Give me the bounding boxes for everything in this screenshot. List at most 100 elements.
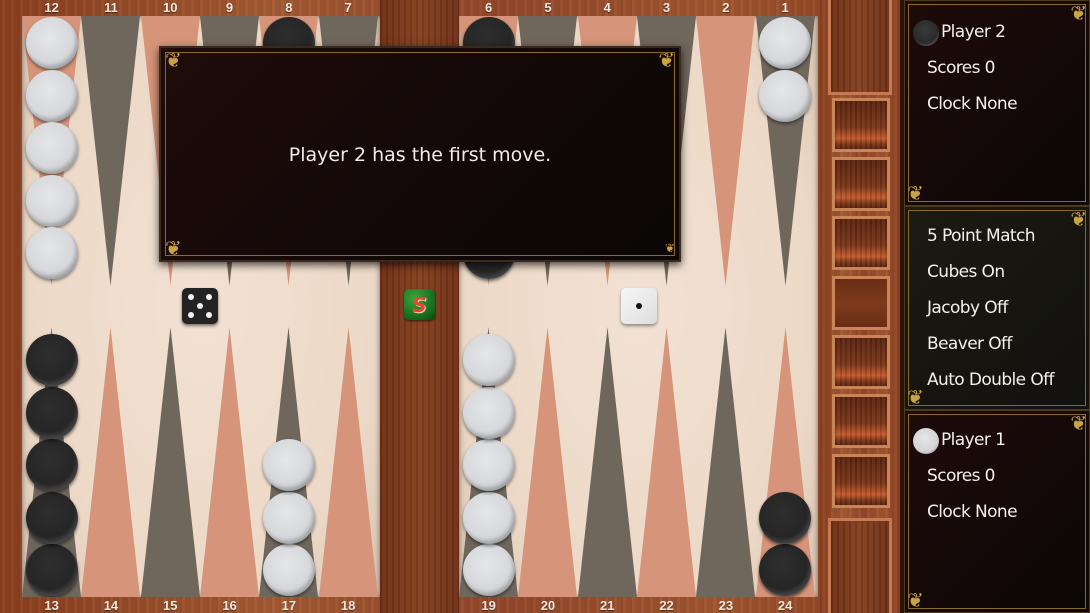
point-label: 21 <box>600 598 615 613</box>
checker-white[interactable] <box>25 69 78 122</box>
point-16[interactable] <box>199 327 259 597</box>
checker-dark[interactable] <box>25 544 78 596</box>
checker-dark[interactable] <box>25 439 78 491</box>
point-14[interactable] <box>81 327 141 597</box>
point-label: 5 <box>544 0 552 15</box>
option-cubes: Cubes On <box>927 262 1005 282</box>
checker-dark[interactable] <box>25 491 78 544</box>
tray-slot <box>832 157 890 211</box>
checker-white[interactable] <box>262 544 315 596</box>
side-panel: ❦ ❦ Player 2 Scores 0 Clock None ❦ ❦ 5 P… <box>900 0 1090 613</box>
player2-panel: ❦ ❦ Player 2 Scores 0 Clock None <box>904 0 1090 206</box>
point-label: 24 <box>777 598 793 613</box>
point-label: 23 <box>718 598 734 613</box>
point-label: 17 <box>281 598 297 613</box>
ornament-icon: ❦ <box>658 48 675 72</box>
point-label: 7 <box>344 0 352 15</box>
checker-white[interactable] <box>462 544 515 596</box>
ornament-icon: ❦ <box>907 181 924 205</box>
tray-slot <box>832 276 890 330</box>
die-pip <box>188 294 194 300</box>
point-label: 15 <box>163 598 178 613</box>
ornament-icon: ❦ <box>1070 1 1087 25</box>
checker-white[interactable] <box>262 439 315 491</box>
point-label: 1 <box>781 0 789 15</box>
point-label: 12 <box>44 0 59 15</box>
point-label: 2 <box>722 0 730 15</box>
die-player2[interactable] <box>182 288 218 324</box>
checker-dark[interactable] <box>759 491 812 544</box>
point-label: 14 <box>103 598 119 613</box>
point-label: 22 <box>659 598 674 613</box>
point-11[interactable] <box>81 16 141 286</box>
checker-white[interactable] <box>462 386 515 439</box>
checker-dark[interactable] <box>25 334 78 386</box>
checker-white[interactable] <box>25 174 78 227</box>
ornament-icon: ❦ <box>1070 411 1087 435</box>
die-pip <box>636 303 642 309</box>
point-2[interactable] <box>696 16 756 286</box>
checker-dark[interactable] <box>25 386 78 439</box>
tray-slot <box>832 98 890 152</box>
die-pip <box>206 312 212 318</box>
point-23[interactable] <box>696 327 756 597</box>
backgammon-board: 12 13 11 14 10 15 9 16 8 17 7 18 6 19 5 20 4 21 3 22 2 23 1 24 … <box>0 0 900 613</box>
die-pip <box>188 312 194 318</box>
point-label: 13 <box>44 598 59 613</box>
player1-scores: Scores 0 <box>927 466 995 486</box>
die-player1[interactable] <box>621 288 657 324</box>
checker-white[interactable] <box>25 122 78 174</box>
ornament-icon: ❦ <box>165 236 182 260</box>
checker-white[interactable] <box>462 334 515 386</box>
die-pip <box>197 303 203 309</box>
point-label: 16 <box>222 598 237 613</box>
checker-white[interactable] <box>262 491 315 544</box>
tray-slot <box>832 454 890 508</box>
option-auto-double: Auto Double Off <box>927 370 1054 390</box>
bear-off-tray[interactable] <box>820 0 900 613</box>
option-match-length: 5 Point Match <box>927 226 1036 246</box>
player1-checker-icon <box>913 428 939 454</box>
message-dialog[interactable]: ❦ ❦ ❦ ❦ Player 2 has the first move. <box>159 46 681 262</box>
point-21[interactable] <box>577 327 637 597</box>
match-options-panel: ❦ ❦ 5 Point Match Cubes On Jacoby Off Be… <box>904 206 1090 410</box>
checker-white[interactable] <box>759 17 812 69</box>
point-label: 11 <box>104 0 118 15</box>
tray-slot <box>832 216 890 270</box>
point-label: 20 <box>540 598 556 613</box>
ornament-icon: ❦ <box>1070 207 1087 231</box>
die-pip <box>206 294 212 300</box>
ornament-icon: ❦ <box>165 48 182 72</box>
checker-white[interactable] <box>25 227 78 279</box>
checker-white[interactable] <box>462 439 515 491</box>
player2-checker-icon <box>913 20 939 46</box>
point-label: 8 <box>285 0 293 15</box>
ornament-icon: ❦ <box>907 588 924 612</box>
point-22[interactable] <box>636 327 696 597</box>
point-label: 19 <box>481 598 496 613</box>
checker-white[interactable] <box>462 491 515 544</box>
point-18[interactable] <box>318 327 378 597</box>
point-label: 18 <box>340 598 356 613</box>
point-label: 9 <box>225 0 234 15</box>
doubling-cube[interactable]: S <box>404 289 435 320</box>
point-label: 3 <box>662 0 671 15</box>
checker-dark[interactable] <box>759 544 812 596</box>
player1-clock: Clock None <box>927 502 1018 522</box>
point-15[interactable] <box>140 327 200 597</box>
checker-white[interactable] <box>759 69 812 122</box>
point-label: 10 <box>163 0 178 15</box>
tray-slot <box>832 335 890 389</box>
option-jacoby: Jacoby Off <box>927 298 1008 318</box>
point-label: 6 <box>485 0 493 15</box>
ornament-icon: ❦ <box>907 385 924 409</box>
doubling-cube-label: S <box>412 292 427 317</box>
dialog-message: Player 2 has the first move. <box>288 144 552 166</box>
point-20[interactable] <box>518 327 578 597</box>
player2-name: Player 2 <box>941 22 1006 42</box>
tray-bottom-compartment <box>828 518 892 613</box>
option-beaver: Beaver Off <box>927 334 1012 354</box>
player1-panel: ❦ ❦ Player 1 Scores 0 Clock None <box>904 410 1090 613</box>
point-label: 4 <box>603 0 611 15</box>
checker-white[interactable] <box>25 17 78 69</box>
